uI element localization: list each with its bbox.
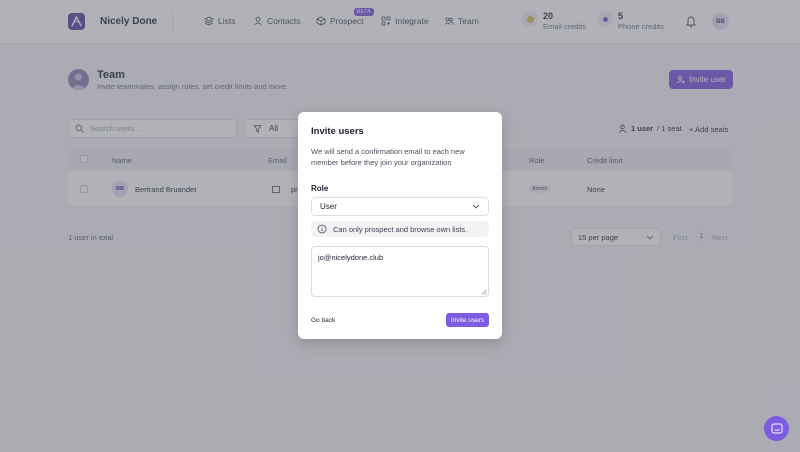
- emails-textarea[interactable]: jo@nicelydone.club: [311, 246, 489, 297]
- chat-launcher-button[interactable]: [764, 416, 789, 441]
- resize-handle-icon[interactable]: [481, 289, 487, 295]
- chat-icon: [771, 423, 782, 433]
- emails-value: jo@nicelydone.club: [318, 253, 384, 262]
- role-info-note: Can only prospect and browse own lists.: [311, 221, 489, 237]
- go-back-button[interactable]: Go back: [311, 313, 335, 327]
- invite-users-dialog: Invite users We will send a confirmation…: [298, 112, 502, 339]
- dialog-description: We will send a confirmation email to eac…: [311, 147, 465, 167]
- dialog-title: Invite users: [311, 126, 364, 137]
- role-label: Role: [311, 184, 329, 193]
- role-select[interactable]: User: [311, 197, 489, 216]
- chevron-down-icon: [472, 204, 480, 209]
- invite-users-button[interactable]: Invite users: [446, 313, 489, 327]
- info-icon: [317, 224, 327, 234]
- role-info-text: Can only prospect and browse own lists.: [333, 224, 468, 234]
- role-select-value: User: [320, 202, 337, 211]
